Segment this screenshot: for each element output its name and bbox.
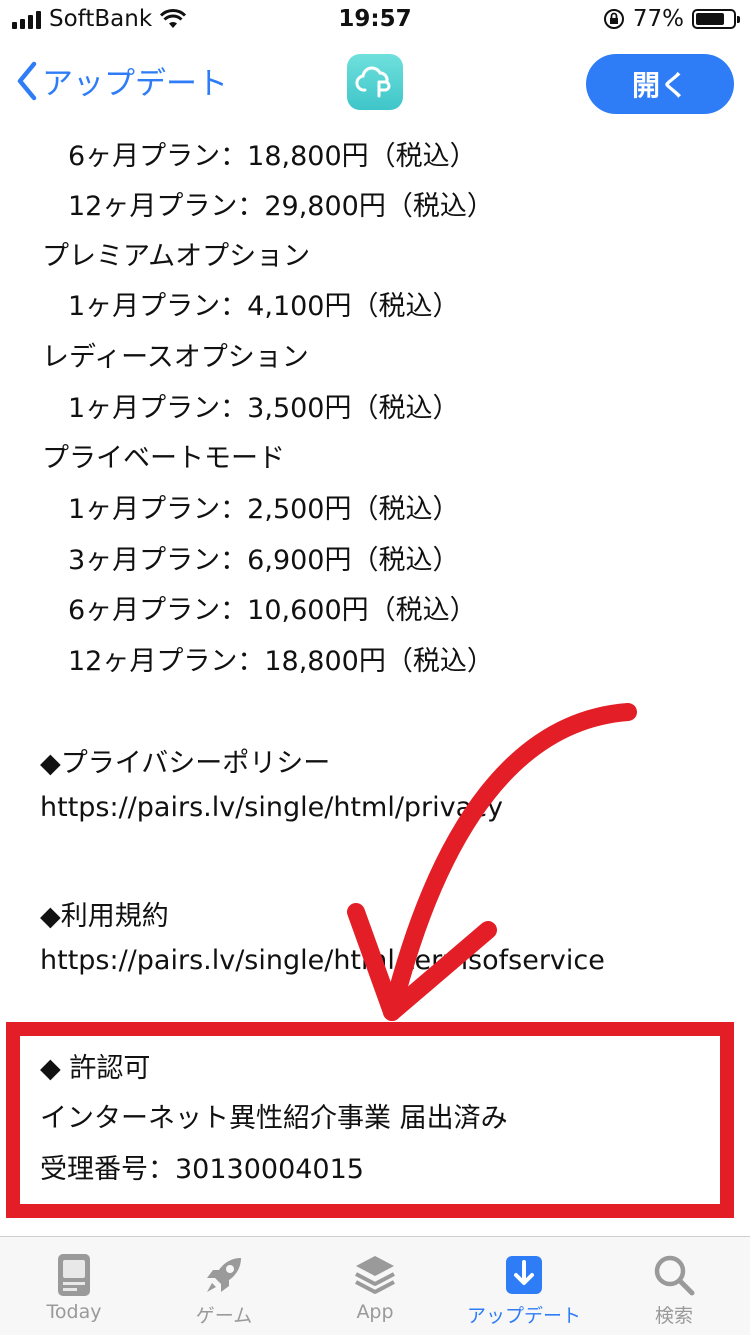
tab-label: アップデート bbox=[466, 1305, 581, 1327]
plan-line: 12ヶ月プラン：18,800円（税込） bbox=[68, 646, 494, 677]
terms-heading: ◆利用規約 bbox=[40, 901, 169, 932]
plan-line: 6ヶ月プラン：10,600円（税込） bbox=[68, 595, 477, 626]
tab-search[interactable]: 検索 bbox=[614, 1249, 734, 1328]
privacy-link[interactable]: https://pairs.lv/single/html/privacy bbox=[40, 792, 503, 823]
tab-bar: Today ゲーム App アップデート 検索 bbox=[0, 1236, 750, 1335]
layers-icon bbox=[355, 1256, 395, 1294]
search-icon bbox=[654, 1255, 695, 1296]
tab-today[interactable]: Today bbox=[14, 1249, 134, 1323]
open-button[interactable]: 開く bbox=[586, 54, 734, 114]
tab-label: Today bbox=[46, 1301, 102, 1323]
status-bar: SoftBank 19:57 77% bbox=[0, 0, 750, 40]
section-heading: プライベートモード bbox=[42, 443, 285, 474]
download-icon bbox=[506, 1256, 542, 1294]
battery-percent: 77% bbox=[632, 6, 684, 32]
tab-label: App bbox=[356, 1301, 394, 1323]
rotation-lock-icon bbox=[603, 9, 624, 29]
tab-apps[interactable]: App bbox=[315, 1249, 435, 1323]
plan-line: 1ヶ月プラン：2,500円（税込） bbox=[68, 494, 460, 525]
plan-line: 6ヶ月プラン：18,800円（税込） bbox=[68, 141, 477, 172]
back-button[interactable]: アップデート bbox=[16, 58, 228, 103]
battery-fill bbox=[696, 13, 724, 25]
tab-label: ゲーム bbox=[195, 1305, 253, 1327]
tab-games[interactable]: ゲーム bbox=[164, 1249, 284, 1328]
plan-line: 1ヶ月プラン：3,500円（税込） bbox=[68, 393, 460, 424]
tab-label: 検索 bbox=[654, 1305, 693, 1327]
status-right: 77% bbox=[603, 6, 740, 32]
plan-line: 1ヶ月プラン：4,100円（税込） bbox=[68, 291, 460, 322]
annotation-highlight-box bbox=[6, 1022, 734, 1218]
app-icon bbox=[347, 54, 403, 110]
battery-icon bbox=[692, 9, 740, 29]
cloud-p-logo-icon bbox=[355, 66, 391, 98]
plan-line: 3ヶ月プラン：6,900円（税込） bbox=[68, 545, 460, 576]
chevron-left-icon bbox=[17, 61, 37, 100]
today-icon bbox=[58, 1254, 90, 1296]
rocket-icon bbox=[207, 1258, 241, 1292]
privacy-heading: ◆プライバシーポリシー bbox=[40, 748, 331, 779]
section-heading: プレミアムオプション bbox=[42, 241, 311, 272]
tab-updates[interactable]: アップデート bbox=[464, 1249, 584, 1328]
terms-link[interactable]: https://pairs.lv/single/html/termsofserv… bbox=[40, 945, 605, 976]
plan-line: 12ヶ月プラン：29,800円（税込） bbox=[68, 191, 494, 222]
back-label: アップデート bbox=[42, 66, 228, 102]
section-heading: レディースオプション bbox=[42, 342, 309, 373]
nav-bar: アップデート 開く bbox=[0, 44, 750, 126]
